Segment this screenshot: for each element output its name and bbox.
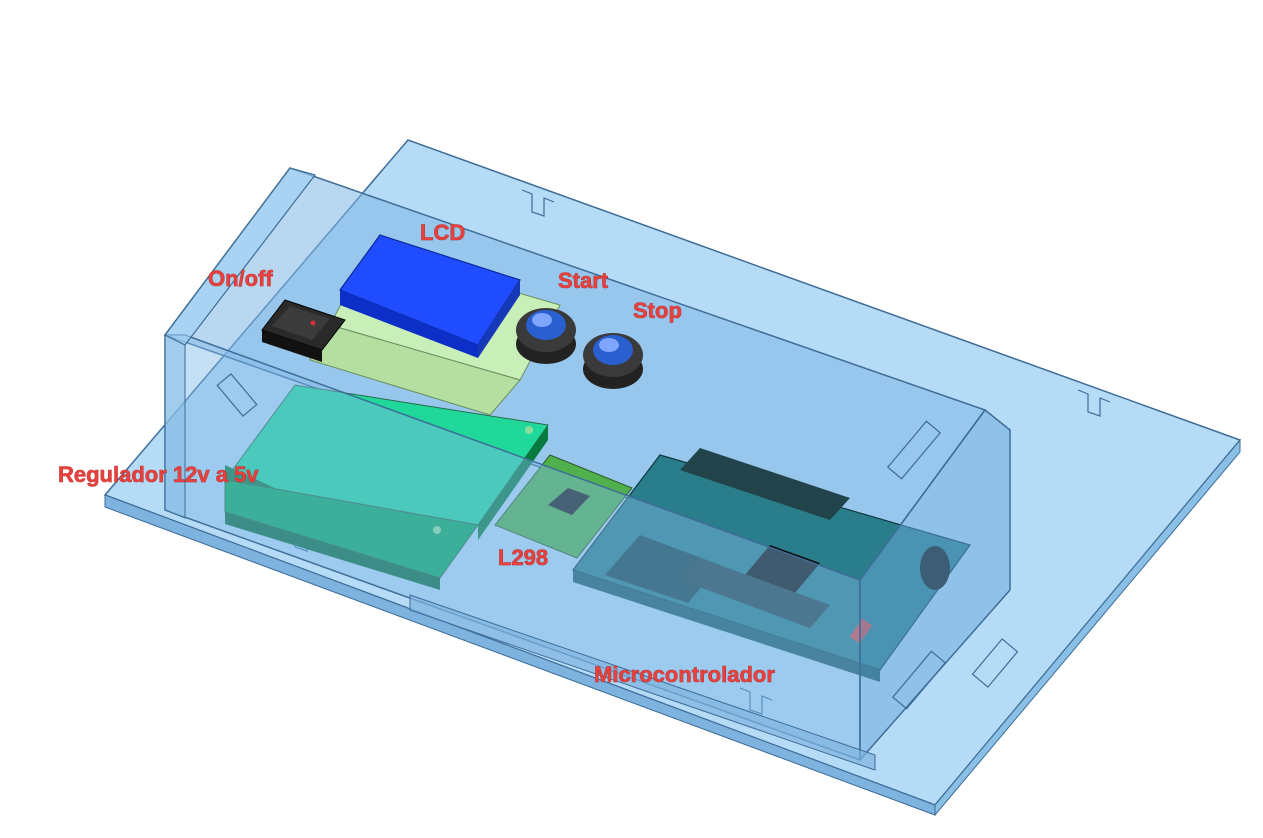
enclosure-diagram: LCD On/off Start Stop Regulador 12v a 5v…	[58, 139, 1242, 817]
stop-button-part	[583, 333, 643, 389]
label-regulator: Regulador 12v a 5v	[58, 462, 259, 487]
label-lcd: LCD	[420, 220, 465, 245]
label-stop: Stop	[633, 298, 682, 323]
label-start: Start	[558, 268, 609, 293]
label-l298: L298	[498, 545, 548, 570]
label-on-off: On/off	[208, 266, 273, 291]
start-button-part	[516, 308, 576, 364]
label-microcontroller: Microcontrolador	[594, 662, 775, 687]
